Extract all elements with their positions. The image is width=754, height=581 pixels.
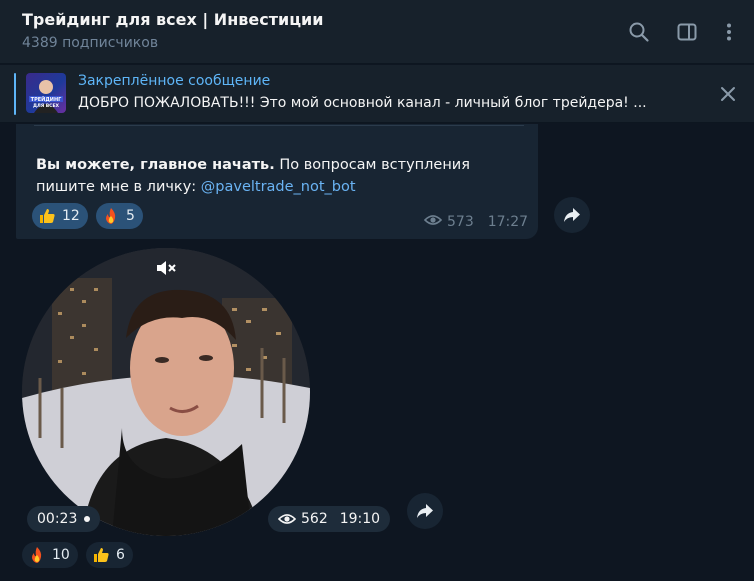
thumbs-up-icon bbox=[92, 546, 110, 564]
message-text: Вы можете, главное начать. По вопросам в… bbox=[36, 154, 496, 198]
reaction-fire[interactable]: 10 bbox=[22, 542, 78, 568]
pinned-indicator bbox=[14, 73, 16, 115]
message-meta: 573 17:27 bbox=[423, 214, 529, 230]
share-arrow-icon bbox=[564, 208, 580, 222]
message-time: 17:27 bbox=[487, 214, 529, 230]
video-meta: 562 19:10 bbox=[268, 506, 391, 532]
reaction-count: 5 bbox=[126, 208, 135, 224]
message-bold-text: Вы можете, главное начать. bbox=[36, 157, 275, 173]
video-message[interactable] bbox=[22, 248, 310, 536]
view-count: 573 bbox=[447, 214, 474, 230]
share-arrow-icon bbox=[417, 504, 433, 518]
eye-icon bbox=[423, 214, 443, 230]
thumbs-up-icon bbox=[38, 207, 56, 225]
bot-link[interactable]: @paveltrade_not_bot bbox=[201, 179, 356, 195]
message-time: 19:10 bbox=[339, 511, 381, 527]
muted-speaker-icon[interactable] bbox=[152, 256, 180, 280]
fire-icon bbox=[102, 207, 120, 225]
subscriber-count: 4389 подписчиков bbox=[22, 35, 159, 51]
fire-icon bbox=[28, 546, 46, 564]
view-count: 562 bbox=[301, 511, 328, 527]
search-icon[interactable] bbox=[625, 18, 653, 46]
pinned-message-bar[interactable]: ТРЕЙДИНГ ДЛЯ ВСЕХ Закреплённое сообщение… bbox=[0, 65, 754, 123]
sidebar-toggle-icon[interactable] bbox=[673, 18, 701, 46]
pinned-text: ДОБРО ПОЖАЛОВАТЬ!!! Это мой основной кан… bbox=[78, 95, 647, 111]
pinned-thumbnail: ТРЕЙДИНГ ДЛЯ ВСЕХ bbox=[26, 73, 66, 113]
more-vertical-icon[interactable] bbox=[715, 18, 743, 46]
video-frame bbox=[22, 248, 310, 536]
reaction-fire[interactable]: 5 bbox=[96, 203, 143, 229]
reaction-count: 6 bbox=[116, 547, 125, 563]
share-button[interactable] bbox=[407, 493, 443, 529]
channel-title[interactable]: Трейдинг для всех | Инвестиции bbox=[22, 10, 323, 29]
reaction-count: 10 bbox=[52, 547, 70, 563]
eye-icon bbox=[278, 513, 296, 525]
video-duration: 00:23 bbox=[27, 506, 101, 532]
reaction-count: 12 bbox=[62, 208, 80, 224]
chat-header: Трейдинг для всех | Инвестиции 4389 подп… bbox=[0, 0, 754, 64]
reaction-thumbs-up[interactable]: 6 bbox=[86, 542, 133, 568]
close-icon[interactable] bbox=[718, 84, 738, 104]
pinned-label: Закреплённое сообщение bbox=[78, 73, 271, 89]
reaction-thumbs-up[interactable]: 12 bbox=[32, 203, 88, 229]
message-bubble[interactable]: Вы можете, главное начать. По вопросам в… bbox=[16, 124, 538, 239]
divider bbox=[34, 125, 524, 126]
svg-text:ДЛЯ ВСЕХ: ДЛЯ ВСЕХ bbox=[33, 103, 60, 109]
svg-text:ТРЕЙДИНГ: ТРЕЙДИНГ bbox=[31, 95, 62, 103]
unwatched-dot bbox=[84, 516, 91, 522]
share-button[interactable] bbox=[554, 197, 590, 233]
duration-text: 00:23 bbox=[37, 511, 78, 527]
